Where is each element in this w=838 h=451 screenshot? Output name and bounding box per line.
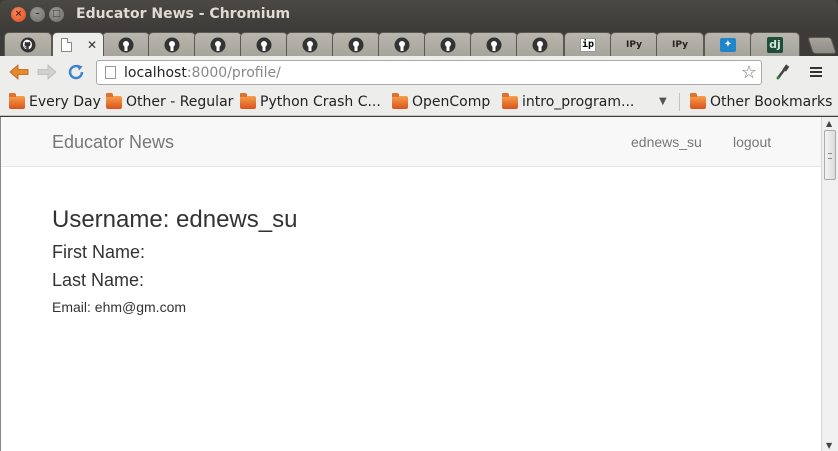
- scroll-up-arrow-icon[interactable]: ▲: [826, 119, 832, 128]
- github-icon: [302, 37, 318, 53]
- tab-django[interactable]: dj: [750, 32, 800, 56]
- ip-icon: ip: [579, 37, 597, 52]
- bookmark-folder-intro-programming[interactable]: intro_program...: [502, 92, 634, 112]
- close-window-icon[interactable]: ×: [11, 7, 26, 22]
- github-icon: [440, 37, 456, 53]
- address-bar[interactable]: localhost:8000/profile/ ☆: [96, 60, 762, 85]
- profile-email: Email: ehm@gm.com: [52, 299, 187, 315]
- tab-github-9[interactable]: [424, 32, 472, 56]
- title-bar: × – □ Educator News - Chromium: [0, 0, 838, 30]
- ipython-icon: IPy: [672, 39, 688, 50]
- scrollbar-thumb[interactable]: [824, 130, 836, 180]
- folder-icon: [502, 92, 518, 109]
- site-brand-link[interactable]: Educator News: [52, 132, 174, 153]
- forward-arrow-icon[interactable]: [35, 60, 59, 84]
- folder-icon: [690, 92, 706, 109]
- bookmark-folder-opencomp[interactable]: OpenComp: [392, 92, 490, 112]
- url-host: localhost: [124, 64, 187, 81]
- tab-ipython-1[interactable]: IPy: [610, 32, 658, 56]
- page-info-icon: [105, 66, 116, 79]
- tab-github-2[interactable]: [102, 32, 150, 56]
- bookmark-star-icon[interactable]: ☆: [741, 62, 757, 83]
- twitter-icon: ✦: [720, 37, 736, 53]
- browser-toolbar: localhost:8000/profile/ ☆: [0, 56, 838, 88]
- nav-logout-link[interactable]: logout: [733, 134, 771, 150]
- back-arrow-icon[interactable]: [7, 60, 31, 84]
- menu-icon[interactable]: [804, 60, 828, 84]
- tab-ip[interactable]: ip: [564, 32, 612, 56]
- tab-ipython-2[interactable]: IPy: [656, 32, 704, 56]
- bookmarks-overflow-chevron-icon[interactable]: ▼: [659, 96, 667, 107]
- minimize-window-icon[interactable]: –: [30, 7, 45, 22]
- tab-github-6[interactable]: [286, 32, 334, 56]
- profile-username: Username: ednews_su: [52, 206, 298, 233]
- tab-github-3[interactable]: [148, 32, 196, 56]
- eyedropper-extension-icon[interactable]: [771, 60, 795, 84]
- tab-github-8[interactable]: [378, 32, 426, 56]
- profile-first-name: First Name:: [52, 242, 146, 262]
- folder-icon: [106, 92, 122, 109]
- tab-github-7[interactable]: [332, 32, 380, 56]
- vertical-scrollbar[interactable]: ▲ ▼: [821, 117, 838, 451]
- tab-github-1[interactable]: [4, 32, 52, 56]
- github-icon: [20, 37, 36, 53]
- bookmarks-bar: Every Day Other - Regular Python Crash C…: [0, 88, 838, 116]
- github-icon: [486, 37, 502, 53]
- tab-github-5[interactable]: [240, 32, 288, 56]
- profile-content: Username: ednews_su First Name: Last Nam…: [52, 205, 297, 317]
- github-icon: [532, 37, 548, 53]
- reload-icon[interactable]: [64, 60, 88, 84]
- browser-window: × – □ Educator News - Chromium ✕ ip IPy …: [0, 0, 838, 451]
- github-icon: [256, 37, 272, 53]
- bookmarks-divider: [679, 93, 680, 111]
- bookmark-folder-python-crash[interactable]: Python Crash C...: [240, 92, 381, 112]
- folder-icon: [240, 92, 256, 109]
- maximize-window-icon[interactable]: □: [49, 7, 64, 22]
- scroll-down-arrow-icon[interactable]: ▼: [826, 441, 832, 450]
- tab-github-11[interactable]: [516, 32, 564, 56]
- page-viewport: Educator News ednews_su logout Username:…: [0, 117, 838, 451]
- tab-profile-active[interactable]: ✕: [52, 32, 104, 56]
- github-icon: [118, 37, 134, 53]
- tab-strip: ✕ ip IPy IPy ✦ dj: [0, 30, 838, 56]
- github-icon: [394, 37, 410, 53]
- tab-twitter[interactable]: ✦: [704, 32, 752, 56]
- tab-github-10[interactable]: [470, 32, 518, 56]
- bookmark-folder-other-bookmarks[interactable]: Other Bookmarks: [690, 92, 832, 112]
- url-path: :8000/profile/: [186, 64, 281, 81]
- window-title: Educator News - Chromium: [76, 6, 291, 22]
- bookmark-folder-other-regular[interactable]: Other - Regular: [106, 92, 233, 112]
- profile-last-name: Last Name:: [52, 270, 145, 290]
- github-icon: [210, 37, 226, 53]
- folder-icon: [392, 92, 408, 109]
- github-icon: [348, 37, 364, 53]
- github-icon: [164, 37, 180, 53]
- nav-user-link[interactable]: ednews_su: [631, 134, 702, 150]
- ipython-icon: IPy: [626, 39, 642, 50]
- folder-icon: [9, 92, 25, 109]
- new-tab-button[interactable]: [807, 37, 837, 54]
- bookmark-folder-every-day[interactable]: Every Day: [9, 92, 101, 112]
- page-icon: [59, 37, 75, 53]
- close-tab-icon[interactable]: ✕: [87, 38, 97, 52]
- site-navbar: Educator News ednews_su logout: [1, 117, 822, 167]
- tab-github-4[interactable]: [194, 32, 242, 56]
- django-icon: dj: [767, 36, 783, 53]
